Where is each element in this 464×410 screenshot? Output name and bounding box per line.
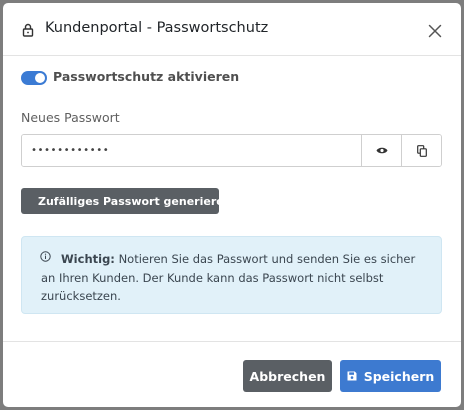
copy-password-button[interactable] [401, 135, 441, 166]
eye-icon [376, 147, 387, 154]
alert-strong: Wichtig: [61, 252, 115, 266]
info-alert: Wichtig: Notieren Sie das Passwort und s… [21, 236, 442, 314]
save-label: Speichern [363, 368, 435, 384]
alert-message: Wichtig: Notieren Sie das Passwort und s… [41, 250, 431, 306]
copy-icon [416, 144, 427, 157]
close-button[interactable] [425, 21, 445, 41]
toggle-label: Passwortschutz aktivieren [53, 69, 240, 84]
close-icon [428, 24, 442, 38]
password-label: Neues Passwort [21, 110, 120, 125]
password-input-group [21, 134, 442, 167]
dialog-footer: Abbrechen Speichern [3, 341, 461, 407]
cancel-label: Abbrechen [249, 368, 326, 384]
dialog-header: Kundenportal - Passwortschutz [3, 3, 461, 56]
generate-password-button[interactable]: Zufälliges Passwort generieren [21, 188, 232, 214]
lock-icon [22, 23, 34, 37]
show-password-button[interactable] [361, 135, 401, 166]
password-input[interactable] [22, 135, 361, 166]
password-protection-dialog: Kundenportal - Passwortschutz Passwortsc… [3, 3, 461, 407]
floppy-disk-icon [347, 371, 357, 381]
toggle-knob [35, 73, 45, 83]
cancel-button[interactable]: Abbrechen [243, 360, 332, 392]
generate-password-label: Zufälliges Passwort generieren [38, 194, 232, 208]
save-button[interactable]: Speichern [340, 360, 441, 392]
dialog-title: Kundenportal - Passwortschutz [45, 20, 269, 36]
password-protection-toggle[interactable] [21, 71, 47, 85]
